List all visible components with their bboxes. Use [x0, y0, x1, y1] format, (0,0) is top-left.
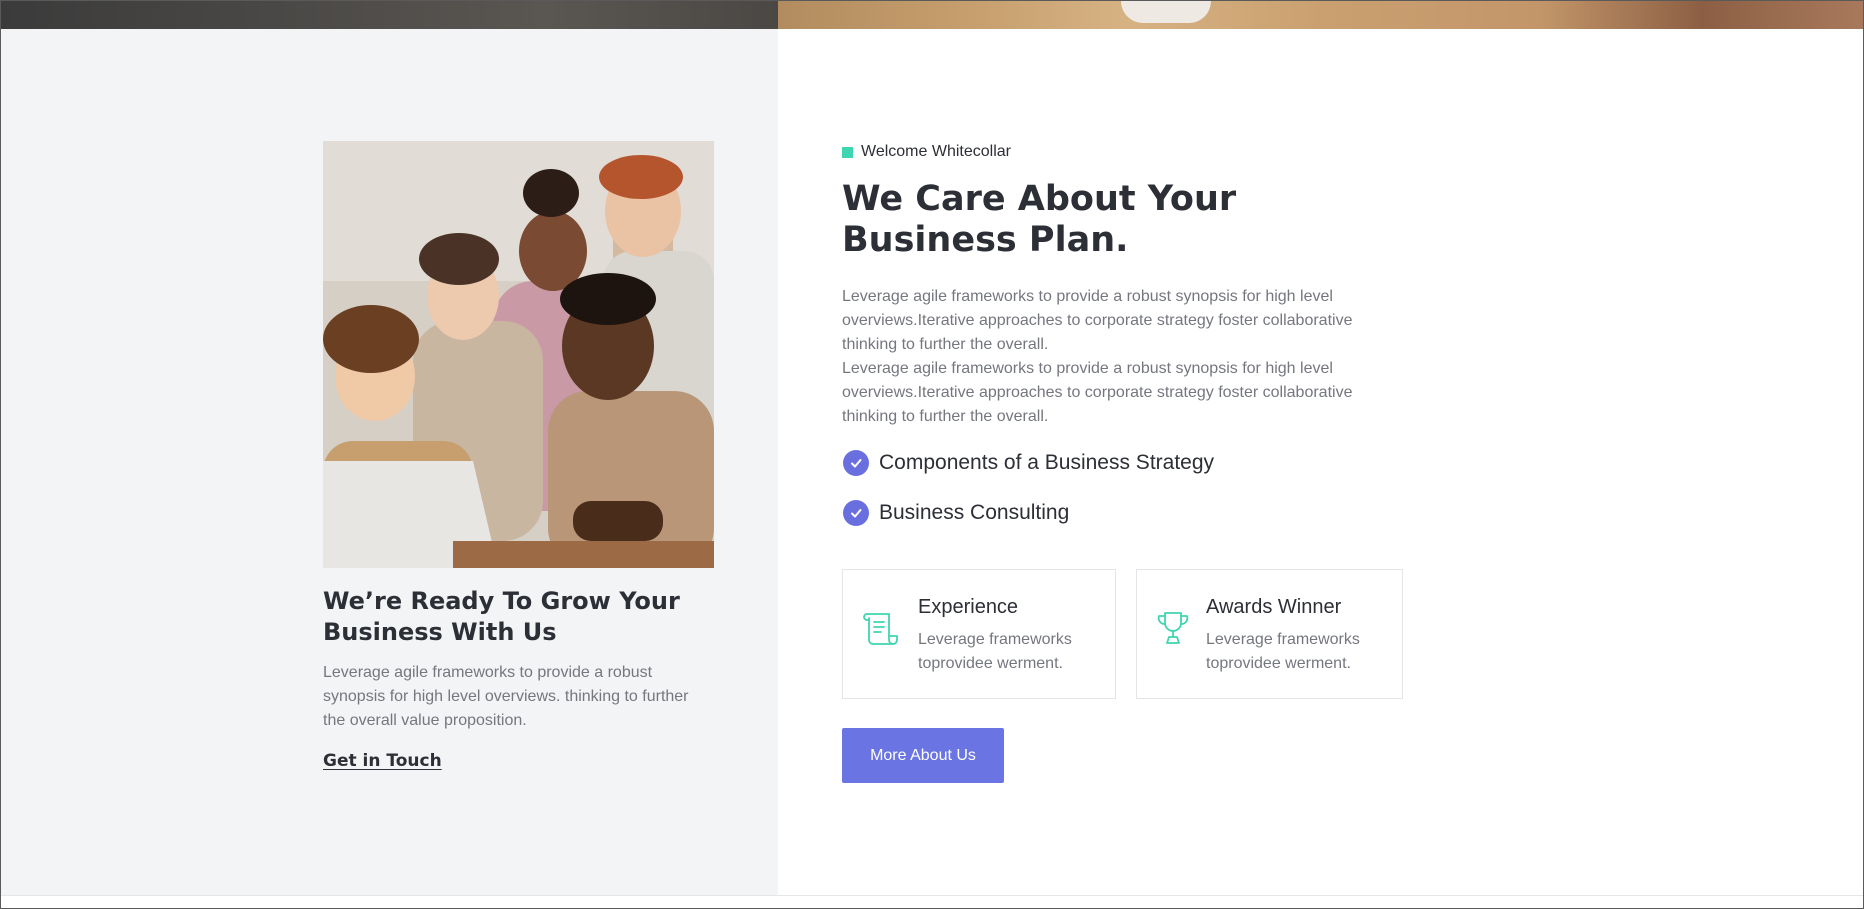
- tag-label: Welcome Whitecollar: [861, 143, 1011, 160]
- trophy-icon: [1155, 610, 1191, 651]
- get-in-touch-link[interactable]: Get in Touch: [323, 751, 442, 771]
- top-banner-image-left: [1, 1, 778, 29]
- card-title: Awards Winner: [1206, 596, 1342, 618]
- more-about-us-button[interactable]: More About Us: [842, 728, 1004, 783]
- main-heading: We Care About Your Business Plan.: [842, 179, 1237, 260]
- checklist-item: Business Consulting: [843, 500, 1069, 526]
- team-photo: [323, 141, 714, 568]
- awards-card: Awards Winner Leverage frameworks toprov…: [1136, 569, 1403, 699]
- experience-card: Experience Leverage frameworks toprovide…: [842, 569, 1116, 699]
- top-banner-image-right: [778, 1, 1863, 29]
- coffee-cup-image: [1121, 1, 1211, 23]
- tag-square-icon: [842, 146, 853, 158]
- bottom-band: [1, 895, 1863, 908]
- intro-paragraph-1: Leverage agile frameworks to provide a r…: [842, 288, 1353, 353]
- checklist-item: Components of a Business Strategy: [843, 450, 1214, 476]
- left-description: Leverage agile frameworks to provide a r…: [323, 664, 689, 729]
- scroll-icon: [863, 610, 901, 651]
- left-heading: We’re Ready To Grow Your Business With U…: [323, 587, 680, 646]
- intro-paragraph-2: Leverage agile frameworks to provide a r…: [842, 360, 1353, 425]
- checklist-label: Components of a Business Strategy: [879, 451, 1215, 474]
- checklist-label: Business Consulting: [879, 501, 1070, 524]
- check-circle-icon: [843, 450, 869, 476]
- page-frame: We’re Ready To Grow Your Business With U…: [0, 0, 1864, 909]
- card-description: Leverage frameworks toprovidee werment.: [918, 631, 1072, 672]
- card-title: Experience: [918, 596, 1019, 618]
- section-tag: Welcome Whitecollar: [842, 143, 1011, 161]
- card-description: Leverage frameworks toprovidee werment.: [1206, 631, 1360, 672]
- check-circle-icon: [843, 500, 869, 526]
